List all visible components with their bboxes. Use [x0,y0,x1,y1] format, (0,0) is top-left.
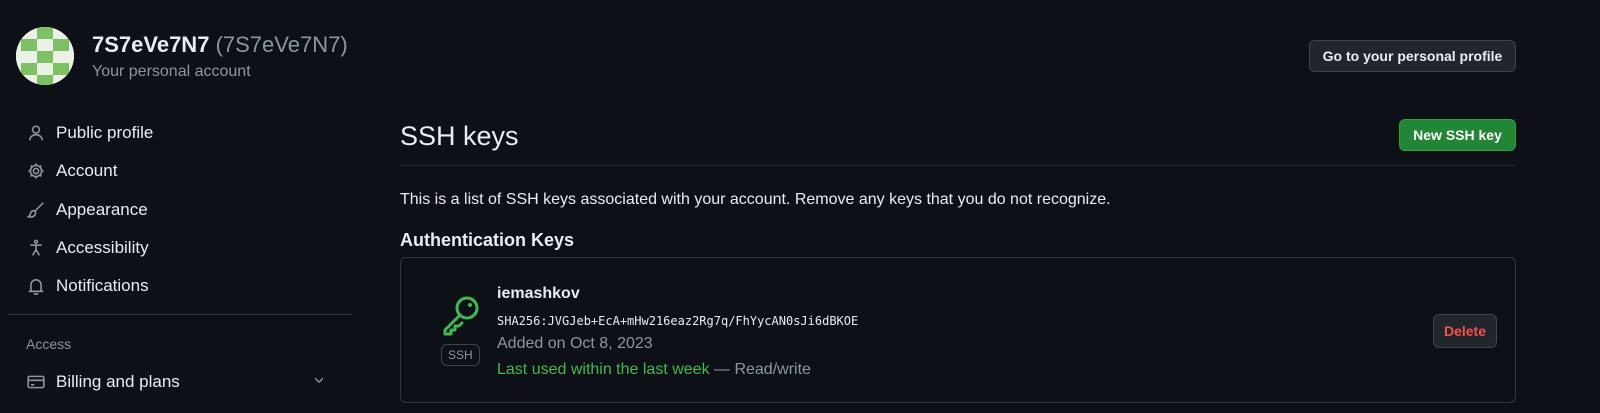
sidebar-item-appearance[interactable]: Appearance [16,194,346,226]
page-title: SSH keys [400,121,519,151]
account-login: (7S7eVe7N7) [215,32,348,57]
title-divider [400,165,1516,166]
sidebar-item-billing[interactable]: Billing and plans [16,366,346,398]
sidebar-item-label: Public profile [56,123,154,142]
new-ssh-key-button[interactable]: New SSH key [1399,119,1516,151]
sidebar-item-label: Appearance [56,200,148,219]
go-to-profile-button[interactable]: Go to your personal profile [1309,40,1516,72]
gear-icon [26,161,46,181]
chevron-down-icon[interactable] [312,372,326,392]
sidebar-item-notifications[interactable]: Notifications [16,270,346,302]
sidebar-item-account[interactable]: Account [16,155,346,187]
key-last-used: Last used within the last week [497,361,710,378]
key-access: — Read/write [709,361,811,378]
page-description: This is a list of SSH keys associated wi… [400,191,1111,208]
paintbrush-icon [26,200,46,220]
key-icon [439,293,483,337]
sidebar-item-label: Account [56,161,118,180]
account-subtitle: Your personal account [92,63,251,80]
sidebar-heading-access: Access [26,336,72,352]
key-title: iemashkov [497,285,580,302]
identicon [16,27,74,85]
credit-card-icon [26,372,46,392]
sidebar-item-label: Billing and plans [56,372,180,391]
key-type-label: SSH [441,344,480,366]
sidebar-item-accessibility[interactable]: Accessibility [16,232,346,264]
key-fingerprint: SHA256:JVGJeb+EcA+mHw216eaz2Rg7q/FhYycAN… [497,314,859,328]
sidebar-item-public-profile[interactable]: Public profile [16,117,346,149]
sidebar-item-label: Accessibility [56,238,149,257]
accessibility-icon [26,238,46,258]
person-icon [26,123,46,143]
account-display-name: 7S7eVe7N7 [92,32,210,57]
avatar[interactable] [16,27,74,85]
account-name: 7S7eVe7N7 (7S7eVe7N7) [92,32,348,58]
bell-icon [26,276,46,296]
ssh-key-item: SSH iemashkov SHA256:JVGJeb+EcA+mHw216ea… [400,257,1516,403]
section-heading: Authentication Keys [400,230,575,250]
delete-key-button[interactable]: Delete [1433,314,1497,348]
sidebar-divider [8,314,352,315]
key-usage: Last used within the last week — Read/wr… [497,361,811,379]
key-added-date: Added on Oct 8, 2023 [497,335,653,352]
sidebar-item-label: Notifications [56,276,149,295]
